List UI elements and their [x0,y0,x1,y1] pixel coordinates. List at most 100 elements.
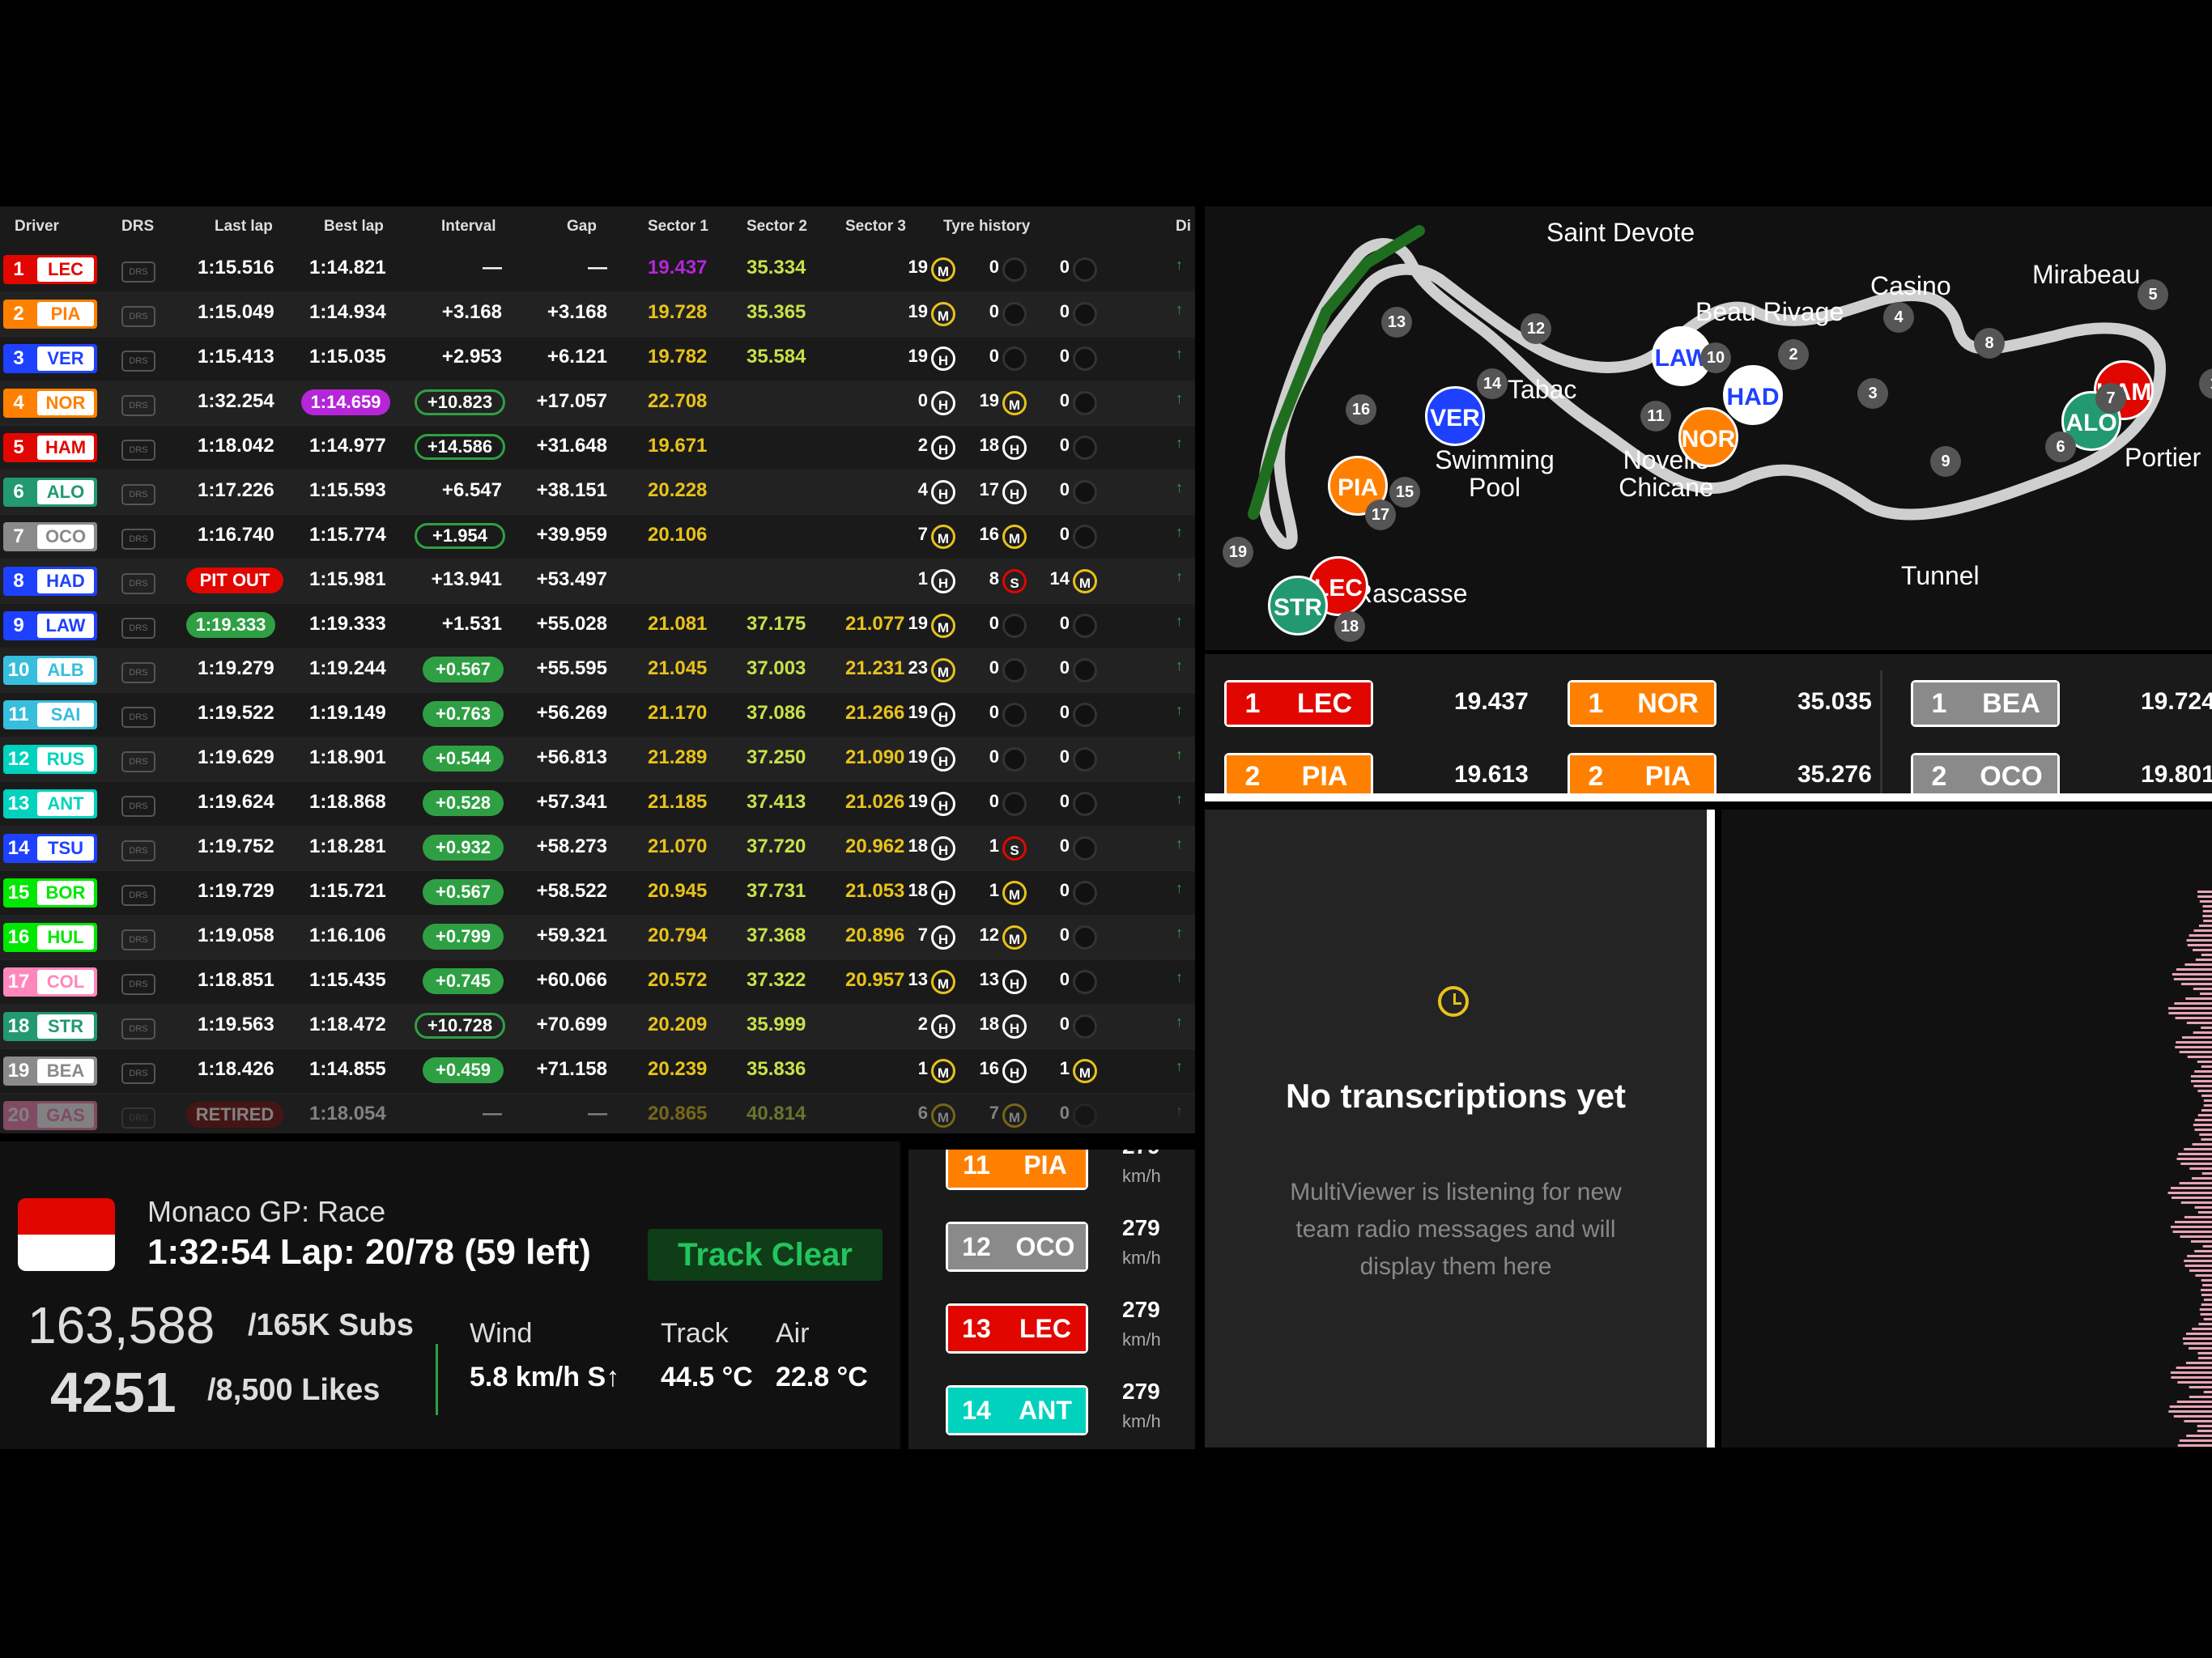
waveform-bar [2186,1022,2212,1024]
speed-row: 13 LEC 279 km/h [928,1297,1187,1376]
best-lap: 1:14.855 [309,1058,386,1080]
sector-2: 35.836 [747,1058,806,1080]
waveform-bar [2197,1090,2212,1092]
tyre-laps: 7 [917,524,928,544]
position-number: 13 [7,793,30,814]
radio-empty-message: MultiViewer is listening for new team ra… [1290,1179,1622,1280]
waveform-bar [2169,1405,2212,1408]
column-header: Best lap [324,218,384,235]
last-lap: 1:18.851 [198,969,274,991]
waveform-bar [2174,1002,2212,1005]
tyre-icon [1073,346,1097,371]
interval-badge: +1.954 [415,523,505,549]
position-badge: 18 STR [3,1012,97,1041]
gap: +71.158 [536,1058,607,1080]
sector-time: 19.801 [2141,761,2212,788]
gap: +70.699 [536,1014,607,1035]
sector-3: 21.026 [845,791,905,813]
track-label: Rascasse [1354,579,1468,608]
tyre-laps: 1 [917,1058,928,1078]
position-badge: 15 BOR [3,878,97,908]
waveform-bar [2192,1177,2212,1180]
sector-driver-code: NOR [1622,682,1714,725]
position-change-icon: ↑ [1176,346,1183,362]
tyre-laps: 13 [908,969,928,989]
tyre-icon [1073,747,1097,772]
speed-driver-badge: 11 PIA [946,1150,1088,1190]
tyre-laps: 19 [908,301,928,321]
corner-number: 16 [1346,394,1376,425]
waveform-bar [2189,1386,2212,1388]
drs-indicator: DRS [121,529,155,550]
sector-1: 20.106 [648,524,708,546]
sector-1: 20.228 [648,479,708,501]
tyre-laps: 0 [1059,524,1070,544]
position-number: 18 [7,1015,30,1037]
corner-number: 15 [1389,477,1420,508]
waveform-bar [2194,1070,2212,1073]
speed-driver-code: PIA [1005,1150,1086,1188]
tyre-laps: 0 [989,613,999,633]
tyre-icon [1002,792,1027,816]
tyre-icon [1073,436,1097,460]
sector-2: 35.584 [747,346,806,368]
gap: +39.959 [536,524,607,546]
subs-goal: /165K Subs [248,1308,414,1342]
position-badge: 14 TSU [3,834,97,863]
waveform-bar [2202,910,2212,912]
tyre-icon [1002,658,1027,682]
speed-unit: km/h [1122,1166,1161,1186]
position-badge: 10 ALB [3,656,97,685]
tyre-icon: S [1002,569,1027,593]
drs-indicator: DRS [121,885,155,906]
last-lap: 1:19.624 [198,791,274,813]
waveform-bar [2197,1425,2212,1427]
position-number: 16 [7,926,30,948]
best-lap: 1:15.721 [309,880,386,902]
speed-driver-code: OCO [1005,1224,1086,1269]
waveform-bar [2193,929,2212,932]
waveform-bar [2192,1328,2212,1330]
sector-driver-code: OCO [1965,755,2057,797]
sector-time: 19.724 [2141,688,2212,715]
interval: +3.168 [441,301,502,323]
waveform-bar [2176,1367,2212,1369]
waveform-bar [2195,1274,2212,1277]
position-badge: 20 GAS [3,1101,97,1130]
waveform-bar [2201,1294,2212,1296]
position-change-icon: ↑ [1176,746,1183,763]
sector-time: 19.613 [1454,761,1529,788]
waveform-bar [2176,1041,2212,1044]
position-change-icon: ↑ [1176,1103,1183,1119]
tyre-icon: M [931,302,955,326]
position-number: 4 [13,392,24,414]
waveform-bar [2197,1357,2212,1359]
tyre-icon: H [931,836,955,861]
position-number: 6 [13,481,24,503]
waveform-bar [2172,1197,2212,1199]
sector-1: 21.289 [648,746,708,768]
gap: +3.168 [547,301,607,323]
tyre-laps: 14 [1049,568,1070,589]
waveform-bar [2179,1439,2212,1442]
position-change-icon: ↑ [1176,435,1183,451]
tyre-laps: 0 [989,657,999,678]
position-badge: 5 HAM [3,433,97,462]
tyre-laps: 0 [989,791,999,811]
table-row: 7 OCO DRS 1:16.740 1:15.774 +1.954 +39.959 20.1… [0,514,1195,559]
waveform-bar [2179,1182,2212,1184]
column-header: Driver [15,218,59,235]
waveform-bar [2187,944,2212,946]
interval-badge: +0.544 [423,746,504,772]
waveform-bar [2193,1124,2212,1126]
position-change-icon: ↑ [1176,301,1183,317]
best-lap: 1:19.333 [309,613,386,635]
waveform-bar [2201,1279,2212,1282]
last-lap: 1:16.740 [198,524,274,546]
table-row: 9 LAW DRS 1:19.333 1:19.333 +1.531 +55.028 21.0… [0,603,1195,648]
waveform-bar [2182,1337,2212,1340]
interval: — [483,1103,502,1124]
position-number: 20 [7,1104,30,1126]
tyre-laps: 18 [908,880,928,900]
sector-1: 22.708 [648,390,708,412]
